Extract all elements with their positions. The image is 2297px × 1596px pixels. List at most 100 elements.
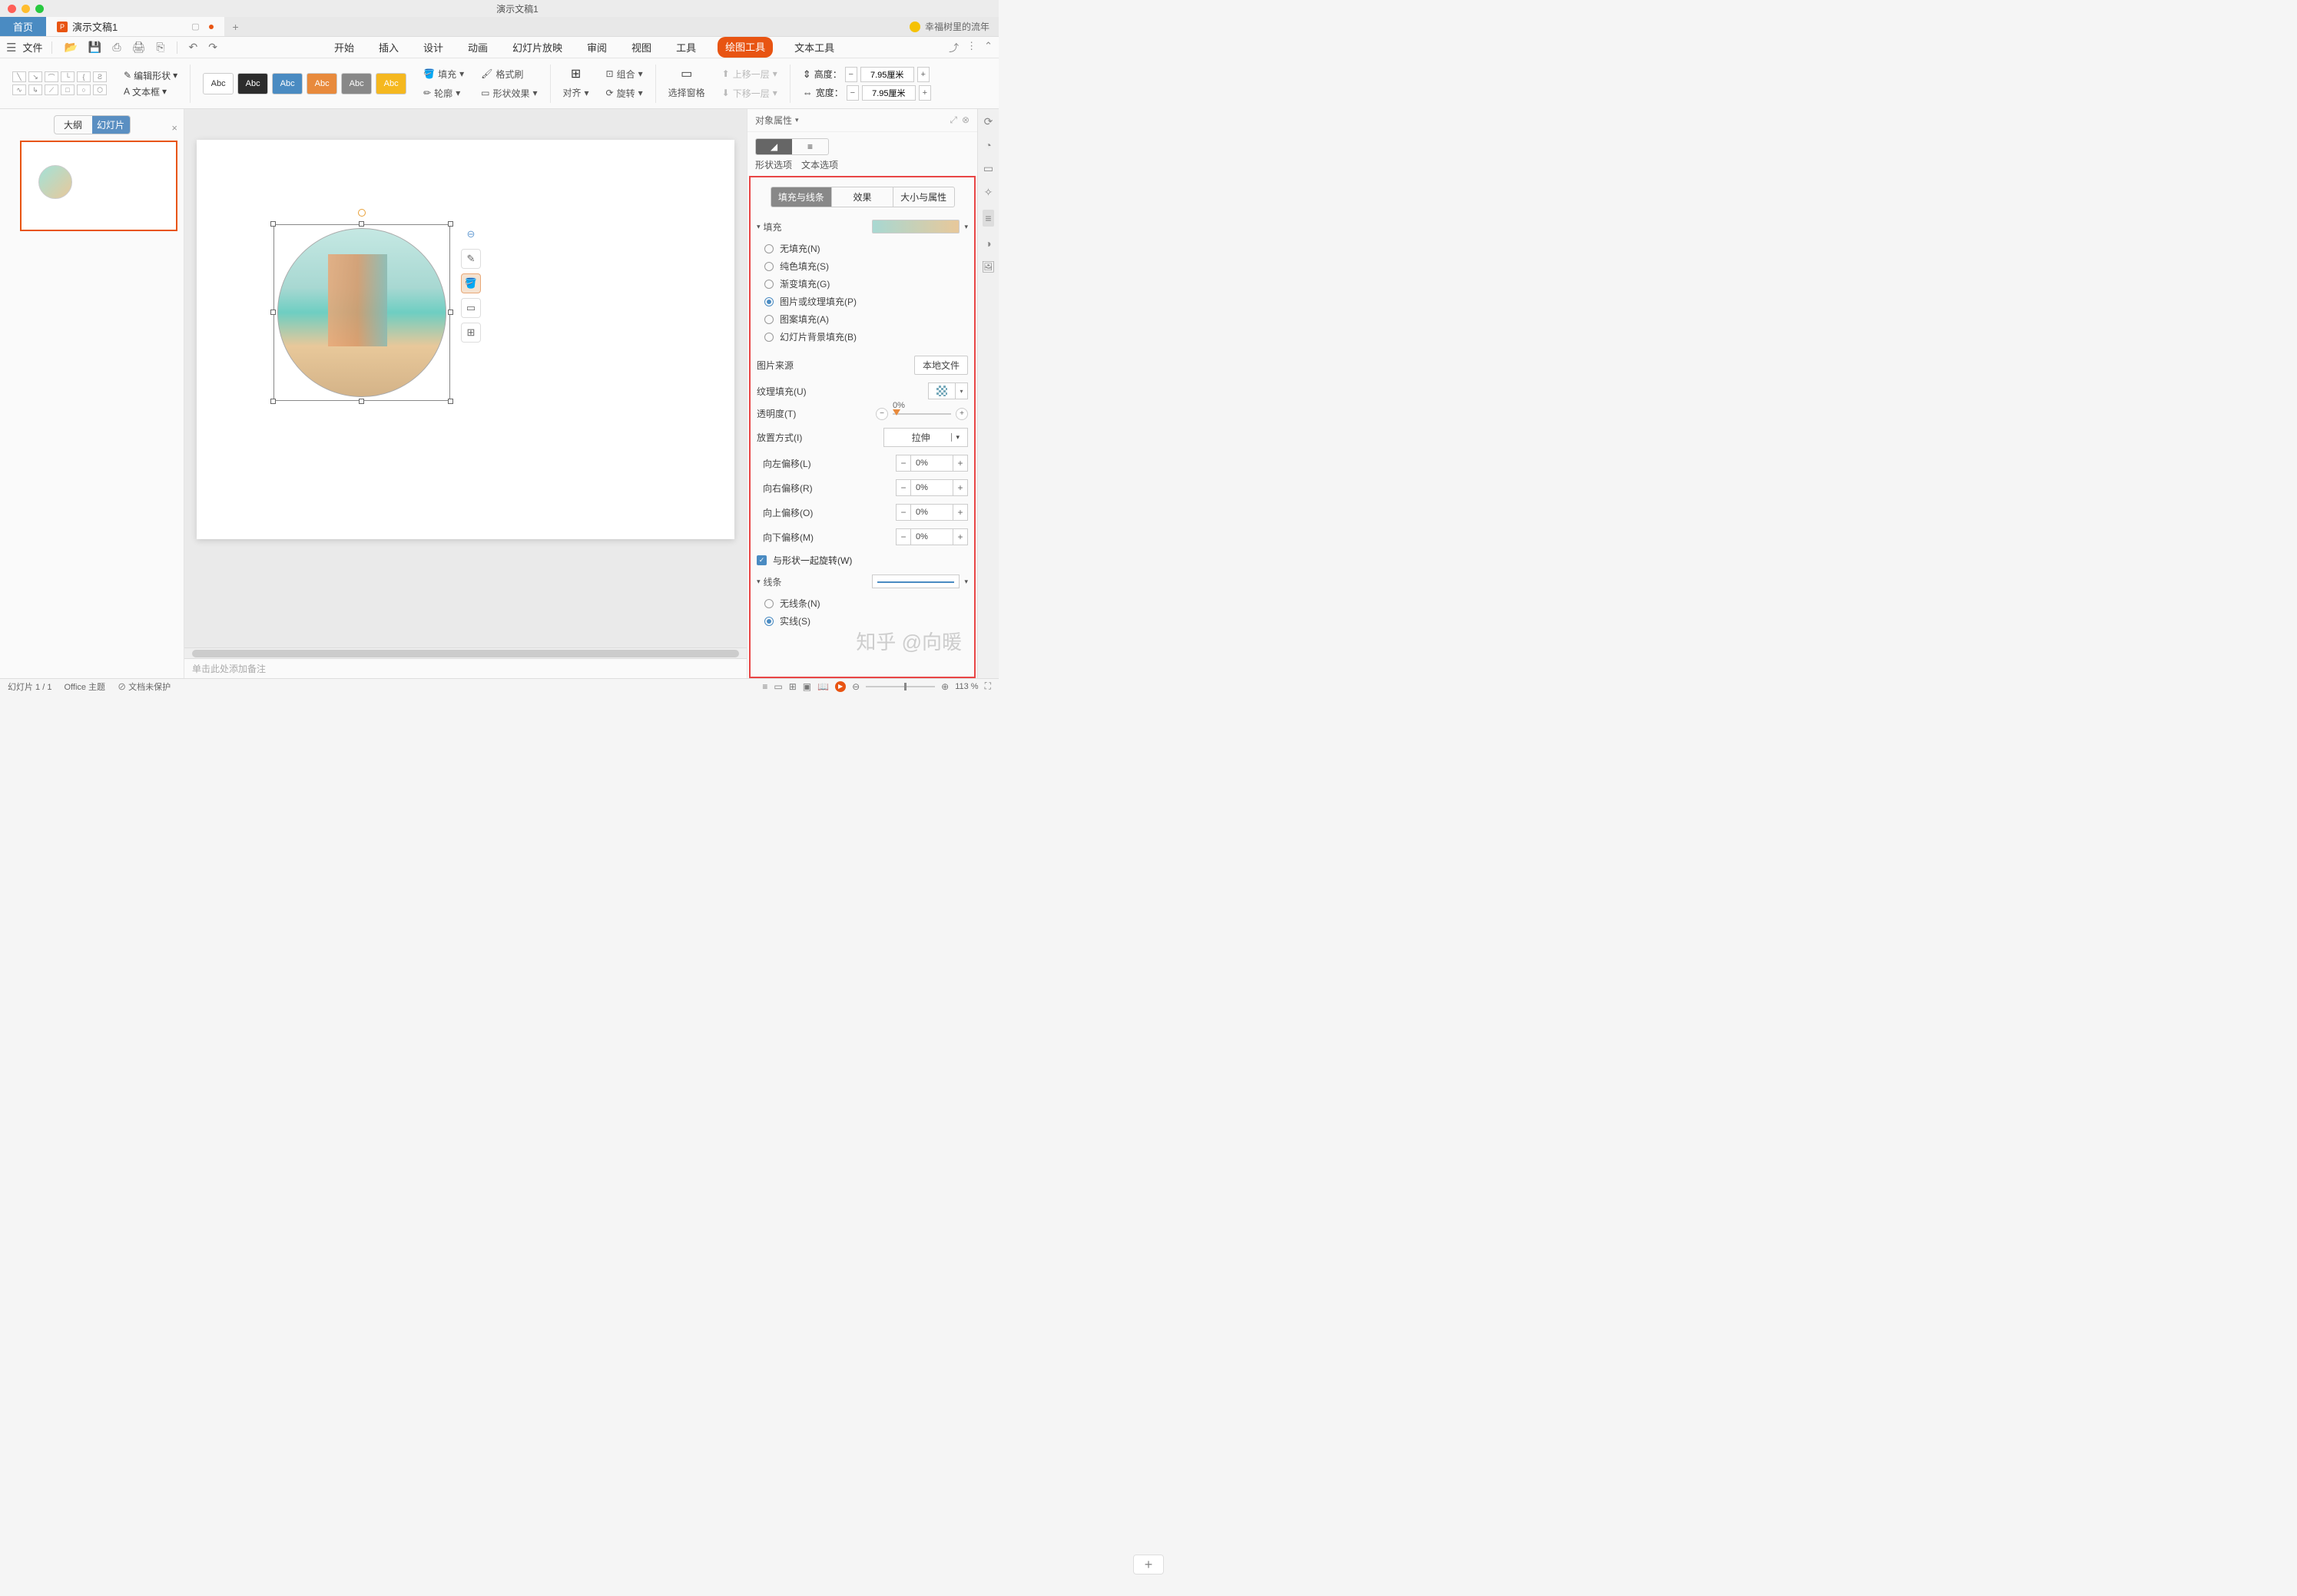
- offset-b-minus[interactable]: −: [896, 528, 911, 545]
- minimize-window-icon[interactable]: [22, 5, 30, 13]
- add-tab-button[interactable]: +: [224, 17, 247, 36]
- zoom-out-icon[interactable]: ⊖: [852, 681, 860, 692]
- local-file-button[interactable]: 本地文件: [914, 356, 968, 375]
- align-button[interactable]: 对齐 ▾: [563, 84, 589, 101]
- fill-picture[interactable]: 图片或纹理填充(P): [764, 293, 968, 310]
- outline-button[interactable]: ✏轮廓 ▾: [423, 85, 464, 101]
- style-4[interactable]: Abc: [307, 73, 337, 94]
- home-tab[interactable]: 首页: [0, 17, 46, 36]
- resize-handle-r[interactable]: [448, 310, 453, 315]
- slides-tab[interactable]: 幻灯片: [92, 116, 130, 134]
- width-minus[interactable]: −: [847, 85, 859, 101]
- resize-handle-br[interactable]: [448, 399, 453, 404]
- add-slide-button[interactable]: +: [1133, 1555, 1165, 1574]
- width-input[interactable]: [862, 85, 916, 101]
- style-3[interactable]: Abc: [272, 73, 303, 94]
- fill-tool-icon[interactable]: 🪣: [461, 273, 481, 293]
- redo-icon[interactable]: ↷: [206, 41, 220, 54]
- offset-b-value[interactable]: 0%: [911, 528, 953, 545]
- offset-l-minus[interactable]: −: [896, 455, 911, 472]
- user-account[interactable]: 幸福树里的流年: [900, 17, 999, 36]
- style-1[interactable]: Abc: [203, 73, 234, 94]
- collapse-ribbon-icon[interactable]: ⌃: [984, 40, 993, 55]
- resize-handle-bl[interactable]: [270, 399, 276, 404]
- tab-size[interactable]: 大小与属性: [893, 187, 954, 207]
- rotate-with-shape-row[interactable]: ✓ 与形状一起旋转(W): [757, 549, 968, 571]
- close-window-icon[interactable]: [8, 5, 16, 13]
- preview-icon[interactable]: ⎘: [154, 41, 167, 54]
- close-prop-icon[interactable]: ⊗: [962, 114, 970, 126]
- menu-drawing-tools[interactable]: 绘图工具: [718, 37, 773, 58]
- zoom-slider[interactable]: [866, 686, 935, 687]
- rail-icon-6[interactable]: ◑: [985, 237, 991, 250]
- fill-preview[interactable]: [872, 220, 960, 233]
- resize-handle-t[interactable]: [359, 221, 364, 227]
- menu-slideshow[interactable]: 幻灯片放映: [509, 37, 565, 58]
- menu-animation[interactable]: 动画: [465, 37, 491, 58]
- slideshow-icon[interactable]: ▶: [835, 681, 846, 692]
- fill-solid[interactable]: 纯色填充(S): [764, 257, 968, 275]
- notes-toggle-icon[interactable]: ≡: [762, 681, 767, 692]
- offset-b-plus[interactable]: +: [953, 528, 968, 545]
- more-tools-icon[interactable]: ⊞: [461, 323, 481, 343]
- undo-icon[interactable]: ↶: [187, 41, 201, 54]
- rail-icon-5[interactable]: ≡: [983, 210, 993, 227]
- textbox-button[interactable]: A 文本框 ▾: [124, 85, 177, 98]
- more-icon[interactable]: ⋮: [966, 40, 976, 55]
- style-5[interactable]: Abc: [341, 73, 372, 94]
- share-icon[interactable]: ⤴: [949, 40, 959, 55]
- height-plus[interactable]: +: [917, 67, 930, 82]
- zoom-value[interactable]: 113 %: [955, 682, 978, 691]
- line-section-header[interactable]: 线条 ▾: [757, 571, 968, 591]
- fill-section-header[interactable]: 填充 ▾: [757, 217, 968, 237]
- offset-r-minus[interactable]: −: [896, 479, 911, 496]
- horizontal-scrollbar[interactable]: [184, 647, 747, 658]
- select-pane-button[interactable]: 选择窗格: [668, 84, 705, 101]
- shape-styles[interactable]: Abc Abc Abc Abc Abc Abc: [198, 73, 411, 94]
- book-view-icon[interactable]: 📖: [817, 681, 829, 692]
- zoom-in-icon[interactable]: ⊕: [941, 681, 949, 692]
- offset-l-value[interactable]: 0%: [911, 455, 953, 472]
- resize-handle-tr[interactable]: [448, 221, 453, 227]
- offset-r-plus[interactable]: +: [953, 479, 968, 496]
- rail-icon-4[interactable]: ✧: [984, 186, 993, 199]
- open-icon[interactable]: 📂: [61, 41, 79, 54]
- text-options-tab[interactable]: 文本选项: [801, 158, 838, 171]
- move-up-button[interactable]: ⬆上移一层 ▾: [722, 66, 777, 82]
- tab-effect[interactable]: 效果: [832, 187, 893, 207]
- close-panel-icon[interactable]: ×: [171, 122, 177, 134]
- move-down-button[interactable]: ⬇下移一层 ▾: [722, 85, 777, 101]
- sorter-view-icon[interactable]: ⊞: [789, 681, 797, 692]
- width-plus[interactable]: +: [919, 85, 931, 101]
- menu-review[interactable]: 审阅: [584, 37, 610, 58]
- transparency-plus[interactable]: +: [956, 408, 968, 420]
- shape-view-icon[interactable]: ◢: [756, 139, 792, 154]
- reading-view-icon[interactable]: ▣: [803, 681, 811, 692]
- menu-tools[interactable]: 工具: [673, 37, 699, 58]
- texture-dropdown[interactable]: ▾: [956, 382, 968, 399]
- normal-view-icon[interactable]: ▭: [774, 681, 782, 692]
- style-6[interactable]: Abc: [376, 73, 406, 94]
- outline-tab[interactable]: 大纲: [55, 116, 92, 134]
- offset-t-plus[interactable]: +: [953, 504, 968, 521]
- save-icon[interactable]: 💾: [86, 41, 104, 54]
- rail-icon-1[interactable]: ⟳: [984, 115, 993, 128]
- resize-handle-l[interactable]: [270, 310, 276, 315]
- menu-text-tools[interactable]: 文本工具: [791, 37, 837, 58]
- shape-options-tab[interactable]: 形状选项: [755, 158, 792, 171]
- file-menu[interactable]: 文件: [22, 40, 42, 55]
- rotation-handle[interactable]: [358, 209, 366, 217]
- shape-effect-button[interactable]: ▭形状效果 ▾: [481, 85, 537, 101]
- fill-pattern[interactable]: 图案填充(A): [764, 310, 968, 328]
- line-none[interactable]: 无线条(N): [764, 594, 968, 612]
- hamburger-icon[interactable]: ☰: [6, 41, 16, 55]
- offset-t-minus[interactable]: −: [896, 504, 911, 521]
- maximize-window-icon[interactable]: [35, 5, 44, 13]
- transparency-minus[interactable]: −: [876, 408, 888, 420]
- slide-thumbnail-1[interactable]: [20, 141, 177, 231]
- rail-icon-2[interactable]: ◔: [985, 139, 991, 151]
- notes-area[interactable]: 单击此处添加备注: [184, 658, 747, 678]
- document-tab[interactable]: P 演示文稿1 ▢: [46, 17, 224, 36]
- rotate-button[interactable]: ⟳旋转 ▾: [606, 85, 643, 101]
- fill-none[interactable]: 无填充(N): [764, 240, 968, 257]
